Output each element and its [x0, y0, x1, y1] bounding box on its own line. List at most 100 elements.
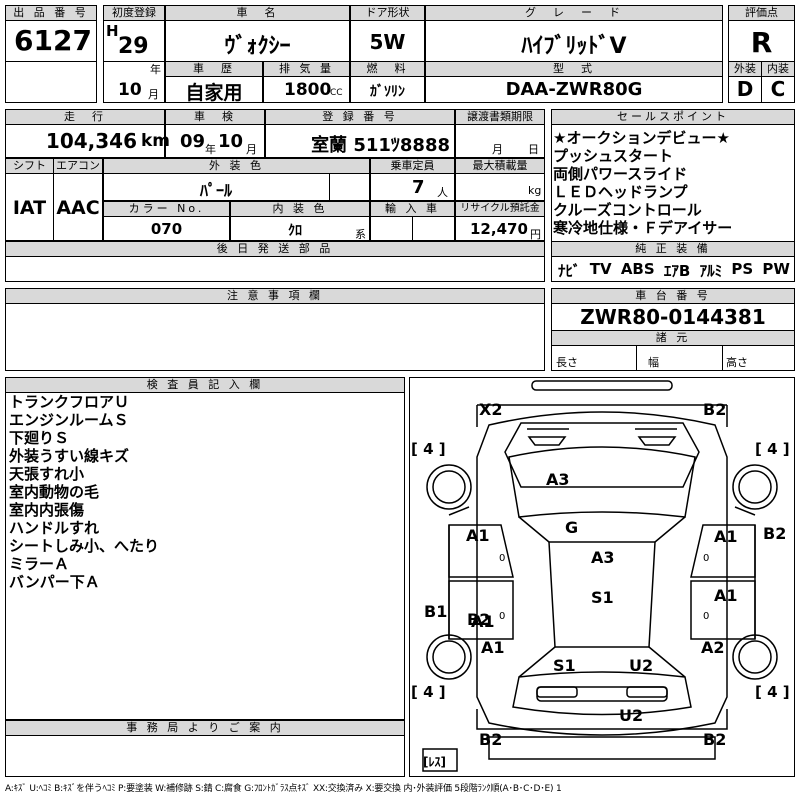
sales-line: 寒冷地仕様・Ｆデアイサー: [553, 219, 733, 237]
chassis-number: ZWR80-0144381: [580, 305, 766, 329]
mirrors: [448, 506, 756, 516]
color-label: 外 装 色: [103, 158, 370, 174]
equip-item: PS: [731, 260, 754, 278]
deadline-day-unit: 日: [528, 143, 539, 156]
tag-rear-left: B2: [479, 730, 502, 749]
recycle: 12,470: [470, 220, 528, 238]
equip-item: ABS: [620, 260, 655, 278]
era: H: [106, 22, 119, 40]
month-unit: 月: [148, 88, 159, 101]
tire-rear-right-inner: [738, 640, 772, 674]
deadline-month-unit: 月: [492, 143, 503, 156]
tag-left-front-door: A1: [466, 526, 490, 545]
interior-label: 内 装 色: [230, 201, 370, 217]
car-diagram: X2 B2 A3 G A3 S1 A1 A1 B2 A1 A1 B1 B2 A1…: [411, 380, 790, 772]
inspection-label: 車 検: [165, 109, 265, 125]
ext-label: 外装: [728, 61, 762, 77]
sales-line: 両側パワースライド: [553, 165, 688, 183]
tag-windshield: A3: [546, 470, 570, 489]
displacement-label: 排 気 量: [263, 61, 350, 77]
fuel: ｶﾞｿﾘﾝ: [370, 84, 405, 100]
rear-window: [512, 671, 692, 716]
plate-label: 登 録 番 号: [265, 109, 455, 125]
plate: 室蘭 511ﾂ8888: [311, 135, 450, 156]
tag-left-rear-door: B2: [467, 610, 490, 629]
tag-right-quarter: A2: [701, 638, 725, 657]
grade: ﾊｲﾌﾞﾘｯﾄﾞV: [521, 34, 627, 59]
import-box-a: [370, 216, 413, 241]
later-box: [5, 256, 545, 282]
tag-rear-bumper: U2: [619, 706, 643, 725]
tag-glass: G: [565, 518, 578, 537]
sales-line: プッシュスタート: [553, 147, 674, 165]
later-label: 後 日 発 送 部 品: [5, 241, 545, 257]
first-reg-month: 10: [118, 80, 142, 100]
spare-tire-label: [ﾚｽ]: [423, 755, 446, 769]
inspection-year: 09: [180, 131, 206, 152]
inspector-line: トランクフロアＵ: [9, 393, 130, 411]
recycle-label: リサイクル預託金: [455, 201, 545, 217]
model: DAA-ZWR80G: [505, 79, 643, 100]
inspector-line: 天張すれ小: [9, 465, 85, 483]
equip-item: ｱﾙﾐ: [699, 262, 723, 280]
inspector-line: 下廻りＳ: [9, 429, 70, 447]
colorno-label: カラー No.: [103, 201, 230, 217]
tail-lamp-left: [536, 686, 578, 698]
door-mark-right-rear: 0: [703, 611, 709, 622]
tire-depth-rear-left: [ 4 ]: [411, 683, 446, 701]
equip-item: ﾅﾋﾞ: [558, 262, 581, 280]
tag-roof: S1: [591, 588, 614, 607]
interior-unit: 系: [355, 228, 366, 241]
notes-box: [5, 303, 545, 371]
inspection-month: 10: [218, 131, 244, 152]
lot-number: 6127: [14, 24, 92, 57]
first-reg-label: 初度登録: [103, 5, 165, 21]
inspector-line: バンパー下Ａ: [9, 573, 100, 591]
equip-list: ﾅﾋﾞ TV ABS ｴｱB ｱﾙﾐ PS PW: [558, 260, 790, 281]
rear-garnish: [536, 686, 668, 702]
tag-rear-hatch-left: S1: [553, 656, 576, 675]
tag-left-sill: B1: [424, 602, 447, 621]
spec-label: 諸 元: [551, 330, 795, 346]
int-label: 内装: [761, 61, 795, 77]
tire-depth-front-left: [ 4 ]: [411, 440, 446, 458]
sales-label: セールスポイント: [551, 109, 795, 125]
color: ﾊﾟｰﾙ: [199, 181, 232, 200]
shift-label: シフト: [5, 158, 54, 174]
ext-score: D: [736, 77, 754, 101]
door-mark-left-rear: 0: [499, 611, 505, 622]
tag-right-rear-door: A1: [714, 586, 738, 605]
history: 自家用: [185, 82, 243, 104]
score: R: [750, 26, 773, 59]
tire-depth-front-right: [ 4 ]: [755, 440, 790, 458]
office-label: 事 務 局 よ り ご 案 内: [5, 720, 405, 736]
history-label: 車 歴: [165, 61, 263, 77]
tag-front-right: B2: [703, 400, 726, 419]
tag-rear-right: B2: [703, 730, 726, 749]
sales-lines: ★オークションデビュー★ プッシュスタート 両側パワースライド ＬＥＤヘッドラン…: [553, 129, 732, 237]
sales-line: クルーズコントロール: [553, 201, 702, 219]
headlights: [527, 436, 677, 446]
tag-right-front-door: A1: [714, 527, 738, 546]
tire-rear-left-inner: [432, 640, 466, 674]
rear-bumper: [476, 709, 728, 730]
equip-label: 純 正 装 備: [551, 241, 795, 257]
color-divider: [329, 173, 370, 201]
capacity-label: 乗車定員: [370, 158, 455, 174]
inspection-month-unit: 月: [246, 143, 257, 156]
int-score: C: [770, 77, 786, 101]
load-unit: kg: [528, 184, 542, 197]
tag-front-left: X2: [479, 400, 502, 419]
displacement-unit: CC: [330, 88, 343, 98]
inspector-line: ミラーＡ: [9, 555, 70, 573]
sales-line: ★オークションデビュー★: [553, 129, 730, 147]
inspector-line: エンジンルームＳ: [9, 411, 129, 429]
lot-blank: [5, 61, 97, 103]
equip-item: PW: [762, 260, 790, 278]
door-mark-right: 0: [703, 553, 709, 564]
equip-item: TV: [589, 260, 612, 278]
capacity-unit: 人: [437, 186, 448, 199]
load-label: 最大積載量: [455, 158, 545, 174]
model-label: 型 式: [425, 61, 723, 77]
door: 5W: [369, 30, 406, 54]
